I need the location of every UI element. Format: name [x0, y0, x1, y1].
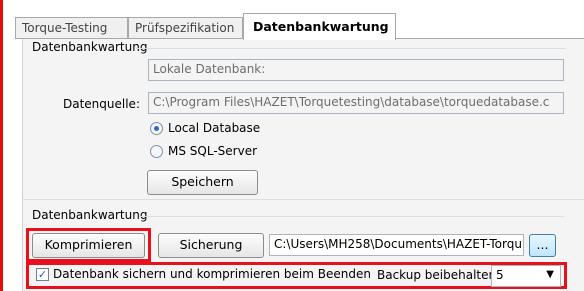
db-group-line — [136, 48, 566, 49]
radio-local-label: Local Database — [168, 121, 261, 135]
group-separator — [22, 199, 584, 200]
radio-ms-sql-server[interactable]: MS SQL-Server — [150, 144, 257, 158]
auto-backup-checkbox[interactable]: ✓ Datenbank sichern und komprimieren bei… — [36, 267, 371, 281]
save-button[interactable]: Speichern — [147, 170, 258, 195]
keep-backup-value: 5 — [496, 268, 504, 282]
tab-pruefspezifikation[interactable]: Prüfspezifikation — [128, 17, 243, 39]
radio-sql-label: MS SQL-Server — [168, 144, 258, 158]
db-group-title: Datenbankwartung — [32, 40, 148, 54]
local-db-field[interactable]: Lokale Datenbank: — [148, 59, 564, 81]
tab-datenbankwartung[interactable]: Datenbankwartung — [243, 13, 396, 40]
backup-button[interactable]: Sicherung — [158, 233, 264, 258]
chevron-down-icon: ▼ — [546, 269, 554, 280]
maintenance-group-title: Datenbankwartung — [32, 208, 148, 222]
compress-button[interactable]: Komprimieren — [32, 233, 145, 258]
keep-backup-select[interactable]: 5 ▼ — [491, 265, 561, 287]
tab-torque-testing[interactable]: Torque-Testing — [15, 17, 128, 39]
source-label: Datenquelle: — [63, 97, 140, 111]
backup-path-field[interactable]: C:\Users\MH258\Documents\HAZET-Torqu — [269, 234, 524, 256]
checkmark-icon: ✓ — [36, 267, 49, 281]
keep-backup-label: Backup beibehalten — [377, 268, 497, 282]
browse-button[interactable]: ... — [529, 234, 556, 257]
maintenance-group-line — [140, 216, 564, 217]
window-edge — [0, 0, 3, 291]
radio-selected-icon — [150, 121, 163, 135]
auto-backup-label: Datenbank sichern und komprimieren beim … — [53, 267, 371, 281]
source-path-field[interactable]: C:\Program Files\HAZET\Torquetesting\dat… — [148, 92, 564, 114]
radio-local-database[interactable]: Local Database — [150, 121, 260, 135]
radio-unselected-icon — [150, 144, 163, 158]
